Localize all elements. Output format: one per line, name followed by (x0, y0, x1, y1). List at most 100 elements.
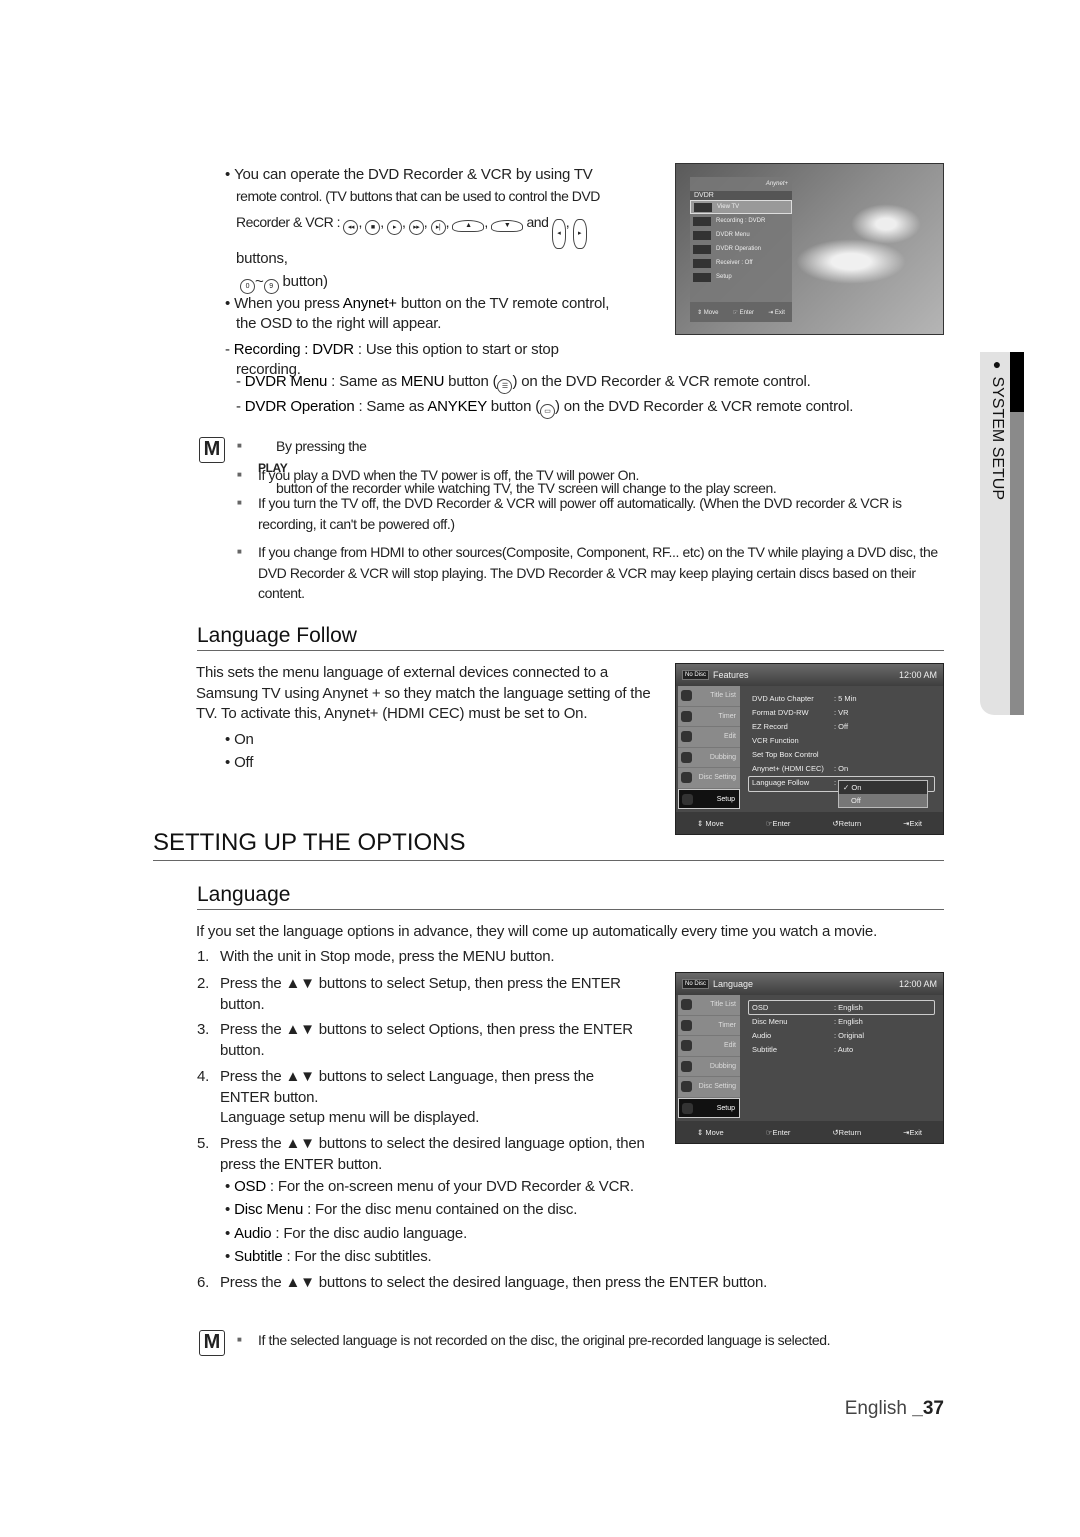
text: buttons, (236, 250, 288, 267)
row-value: : On (834, 764, 849, 773)
sidebar-item: Disc Setting (678, 1077, 740, 1098)
step-text: Press the ▲▼ buttons to select Language,… (220, 1068, 594, 1106)
text: SYSTEM SETUP (989, 376, 1006, 501)
divider (197, 909, 944, 910)
language-option: Subtitle : For the disc subtitles. (225, 1247, 432, 1268)
stop-button-icon: ■ (365, 220, 381, 235)
key: MENU (400, 373, 445, 390)
text: : Same as (327, 373, 401, 390)
dash-item: - DVDR Menu : Same as MENU button (☰) on… (236, 372, 956, 394)
sidebar-item: Title List (678, 686, 740, 707)
remote-buttons-line: Recorder & VCR : ◂◂, ■, ▸, ▸▸, ▸|, ▲, ▼ … (225, 212, 655, 249)
note-item: If you turn the TV off, the DVD Recorder… (237, 493, 945, 534)
step-number: 6. (197, 1274, 210, 1291)
option-key: Audio (234, 1225, 272, 1242)
text: If you change from HDMI to other sources… (258, 544, 938, 601)
option-key: Subtitle (234, 1248, 283, 1265)
sidebar-icon (681, 1019, 692, 1031)
anynet-osd-screenshot: Anynet+ DVDR View TV Recording : DVDR DVDR… (675, 163, 944, 335)
row-label: VCR Function (752, 736, 799, 745)
note-item: If the selected language is not recorded… (237, 1330, 945, 1351)
page-section-title: SETTING UP THE OPTIONS (153, 829, 466, 856)
right-button-icon: ▸ (572, 219, 587, 249)
language-para: If you set the language options in advan… (196, 923, 878, 940)
no-disc-badge: No Disc (682, 670, 710, 680)
option-on: On (225, 730, 254, 751)
sidebar-icon (681, 1040, 692, 1051)
page-number: _37 (912, 1398, 944, 1419)
option-key: OSD (234, 1178, 266, 1195)
note-item: If you change from HDMI to other sources… (237, 542, 945, 604)
osd-row: Disc Menu: English (752, 1015, 937, 1029)
text: button ( (444, 373, 498, 390)
note-item: If you play a DVD when the TV power is o… (237, 465, 945, 486)
up-button-icon: ▲ (452, 220, 485, 232)
divider (197, 650, 944, 651)
menu-item-icon (693, 258, 711, 268)
option-text: : For the on-screen menu of your DVD Rec… (265, 1178, 634, 1195)
menu-item-label: Receiver : Off (716, 260, 753, 266)
osd-title: Language (713, 979, 754, 989)
footer-hint: ⇕ Move (697, 818, 724, 828)
sidebar-label: Title List (710, 1001, 736, 1008)
footer-hint: ☞Enter (765, 1127, 791, 1137)
menu-button-icon: ☰ (497, 379, 513, 394)
sidebar-label: Setup (716, 1104, 735, 1112)
step-text: Press the ▲▼ buttons to select the desir… (220, 1135, 645, 1173)
sidebar-item: Disc Setting (678, 768, 740, 789)
key: Anynet+ (342, 294, 397, 312)
row-label: EZ Record (752, 722, 788, 731)
osd-header: No Disc Features 12:00 AM (676, 664, 943, 686)
osd-row: Set Top Box Control (752, 748, 937, 762)
step-number: 1. (197, 948, 210, 965)
bullet-text: You can operate the DVD Recorder & VCR b… (225, 165, 655, 186)
section-heading: Language Follow (197, 624, 357, 647)
text: : Same as (354, 398, 428, 415)
osd-time: 12:00 AM (898, 979, 937, 989)
menu-item-icon (693, 230, 711, 240)
menu-item-label: DVDR Operation (716, 246, 762, 252)
osd-row: Subtitle: Auto (752, 1043, 937, 1057)
text: Recorder & VCR : (236, 214, 341, 230)
menu-title: DVDR (690, 191, 792, 200)
option-off: Off (225, 753, 253, 774)
sidebar-label: Setup (716, 795, 735, 803)
key: DVDR Menu (244, 373, 328, 390)
bullet-text: When you press Anynet+ button on the TV … (225, 294, 655, 315)
footer-language: English (844, 1398, 913, 1419)
sidebar-item: Edit (678, 1036, 740, 1057)
row-label: Set Top Box Control (752, 750, 819, 759)
language-follow-popup: ✓ On Off (838, 780, 928, 808)
fast-forward-button-icon: ▸▸ (408, 220, 424, 235)
row-label: Audio (752, 1031, 772, 1040)
bullet-text: remote control. (TV buttons that can be … (236, 187, 600, 204)
dash-items: - DVDR Menu : Same as MENU button (☰) on… (236, 372, 956, 419)
step-subtext: Language setup menu will be displayed. (220, 1109, 480, 1126)
dash-item: - Recording : DVDR : Use this option to … (225, 340, 559, 358)
text: ) on the DVD Recorder & VCR remote contr… (512, 373, 811, 390)
sidebar-icon (681, 731, 692, 742)
zero-button-icon: 0 (240, 278, 255, 294)
language-osd-screenshot: No Disc Language 12:00 AM Title List Timer E… (675, 972, 944, 1144)
text: button) (282, 272, 329, 290)
section-heading: Language (197, 883, 291, 906)
menu-item-icon (694, 202, 712, 212)
down-button-icon: ▼ (491, 220, 524, 232)
bullet-icon: ● (989, 356, 1005, 372)
step-number: 2. (197, 975, 210, 992)
sidebar-item: Timer (678, 706, 740, 727)
sidebar-label: Disc Setting (698, 774, 736, 781)
sidebar-icon (681, 1081, 692, 1092)
sidebar-label: Timer (718, 1021, 736, 1029)
text: and (526, 214, 549, 230)
step-number: 3. (197, 1021, 210, 1038)
text: If the selected language is not recorded… (258, 1332, 831, 1348)
row-label: Anynet+ (HDMI CEC) (752, 764, 824, 773)
side-tab-label: ● SYSTEM SETUP (984, 356, 1006, 500)
step-text: Press the ▲▼ buttons to select the desir… (220, 1274, 768, 1291)
sidebar-icon (681, 710, 692, 722)
text: button on the TV remote control, (396, 294, 610, 312)
anykey-button-icon: ▭ (539, 404, 555, 419)
row-label: Subtitle (752, 1045, 778, 1054)
sidebar-icon (682, 1102, 693, 1114)
